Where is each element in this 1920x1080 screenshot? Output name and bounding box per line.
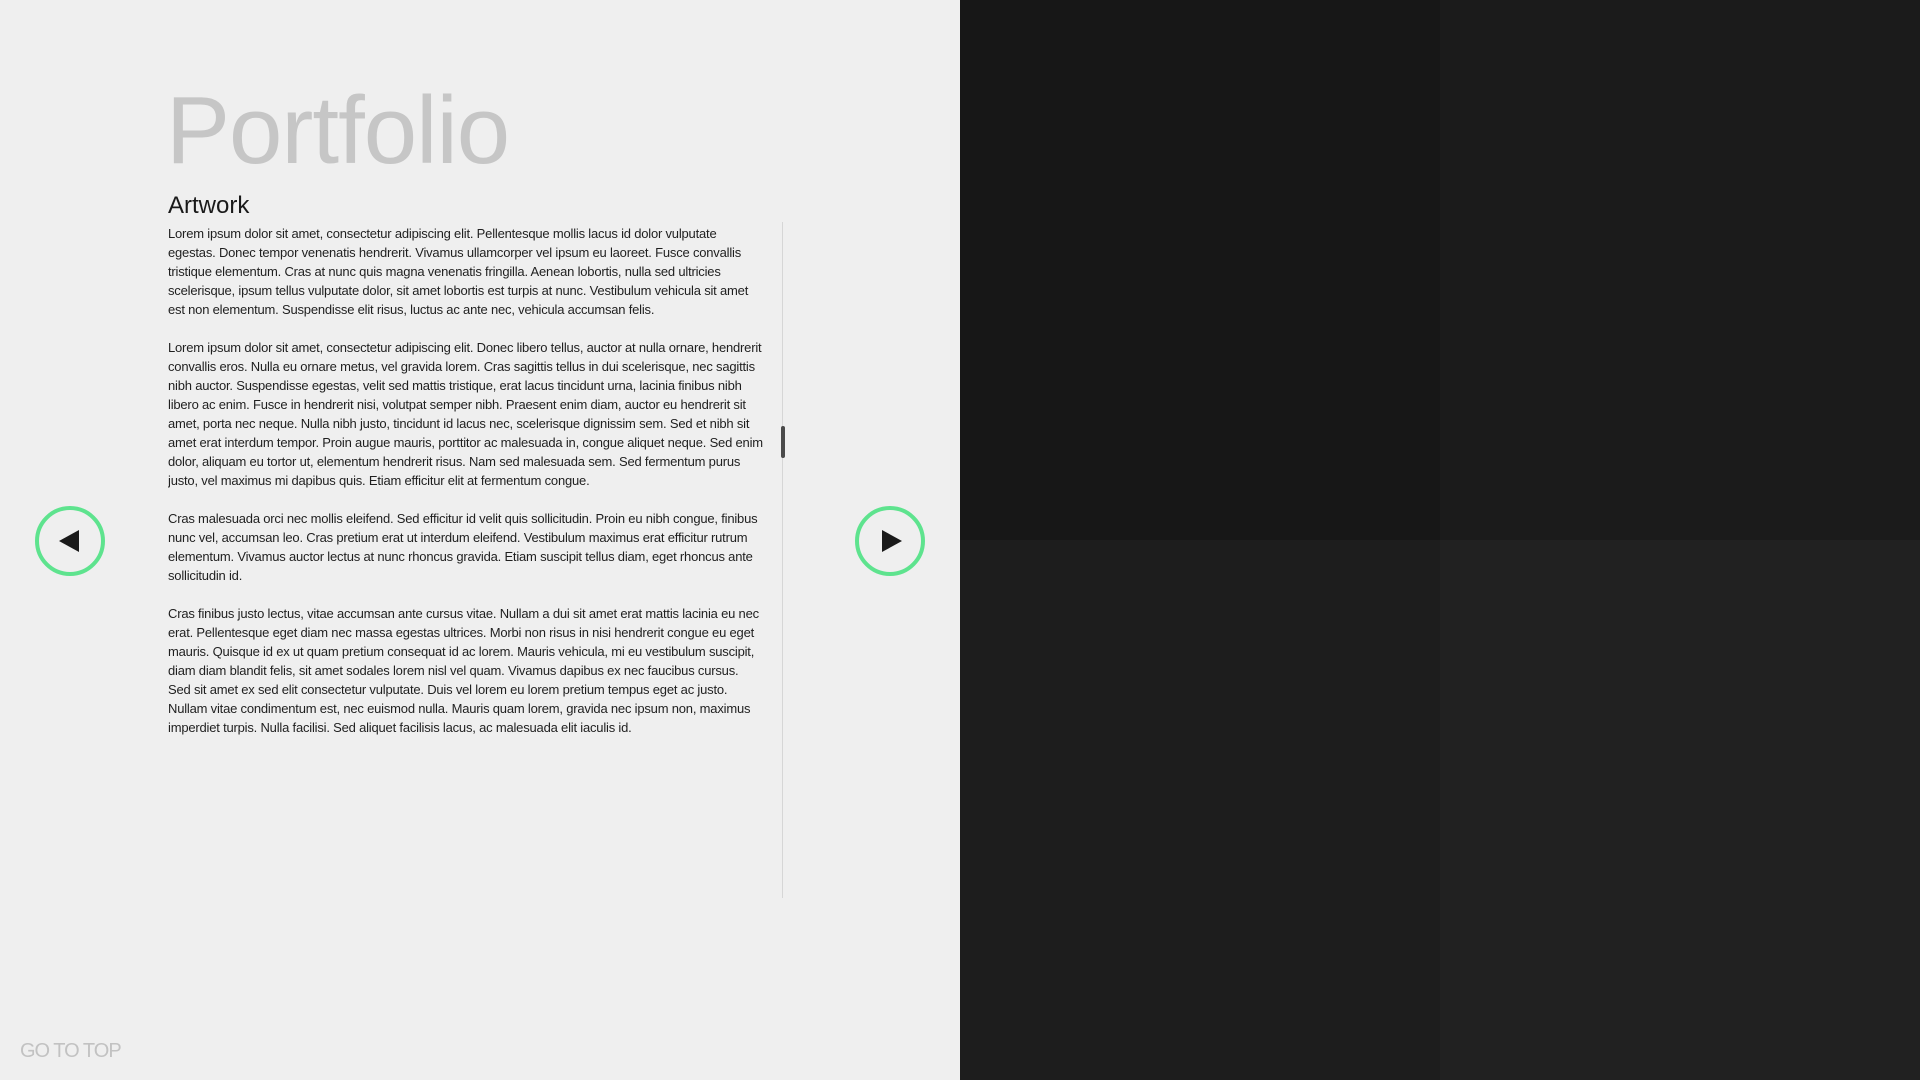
next-button[interactable] [855, 506, 925, 576]
page: Portfolio Artwork Lorem ipsum dolor sit … [0, 0, 1920, 1080]
paragraph: Lorem ipsum dolor sit amet, consectetur … [168, 340, 763, 488]
portfolio-tile[interactable] [1440, 540, 1920, 1080]
paragraph: Lorem ipsum dolor sit amet, consectetur … [168, 226, 749, 317]
paragraph: Cras finibus justo lectus, vitae accumsa… [168, 606, 759, 735]
previous-button[interactable] [35, 506, 105, 576]
content-panel: Portfolio Artwork Lorem ipsum dolor sit … [0, 0, 960, 1080]
portfolio-tile[interactable] [960, 540, 1440, 1080]
paragraph: Cras malesuada orci nec mollis eleifend.… [168, 511, 758, 583]
portfolio-tile[interactable] [1440, 0, 1920, 540]
scrollbar-track[interactable] [782, 222, 783, 898]
scrollable-content[interactable]: Lorem ipsum dolor sit amet, consectetur … [168, 224, 764, 898]
portfolio-tile[interactable] [960, 0, 1440, 540]
page-title: Portfolio [166, 77, 510, 184]
triangle-left-icon [59, 530, 79, 552]
triangle-right-icon [882, 530, 902, 552]
scrollbar-thumb[interactable] [781, 426, 785, 458]
section-subtitle: Artwork [168, 192, 250, 219]
portfolio-grid [960, 0, 1920, 1080]
go-to-top-link[interactable]: GO TO TOP [20, 1040, 122, 1063]
